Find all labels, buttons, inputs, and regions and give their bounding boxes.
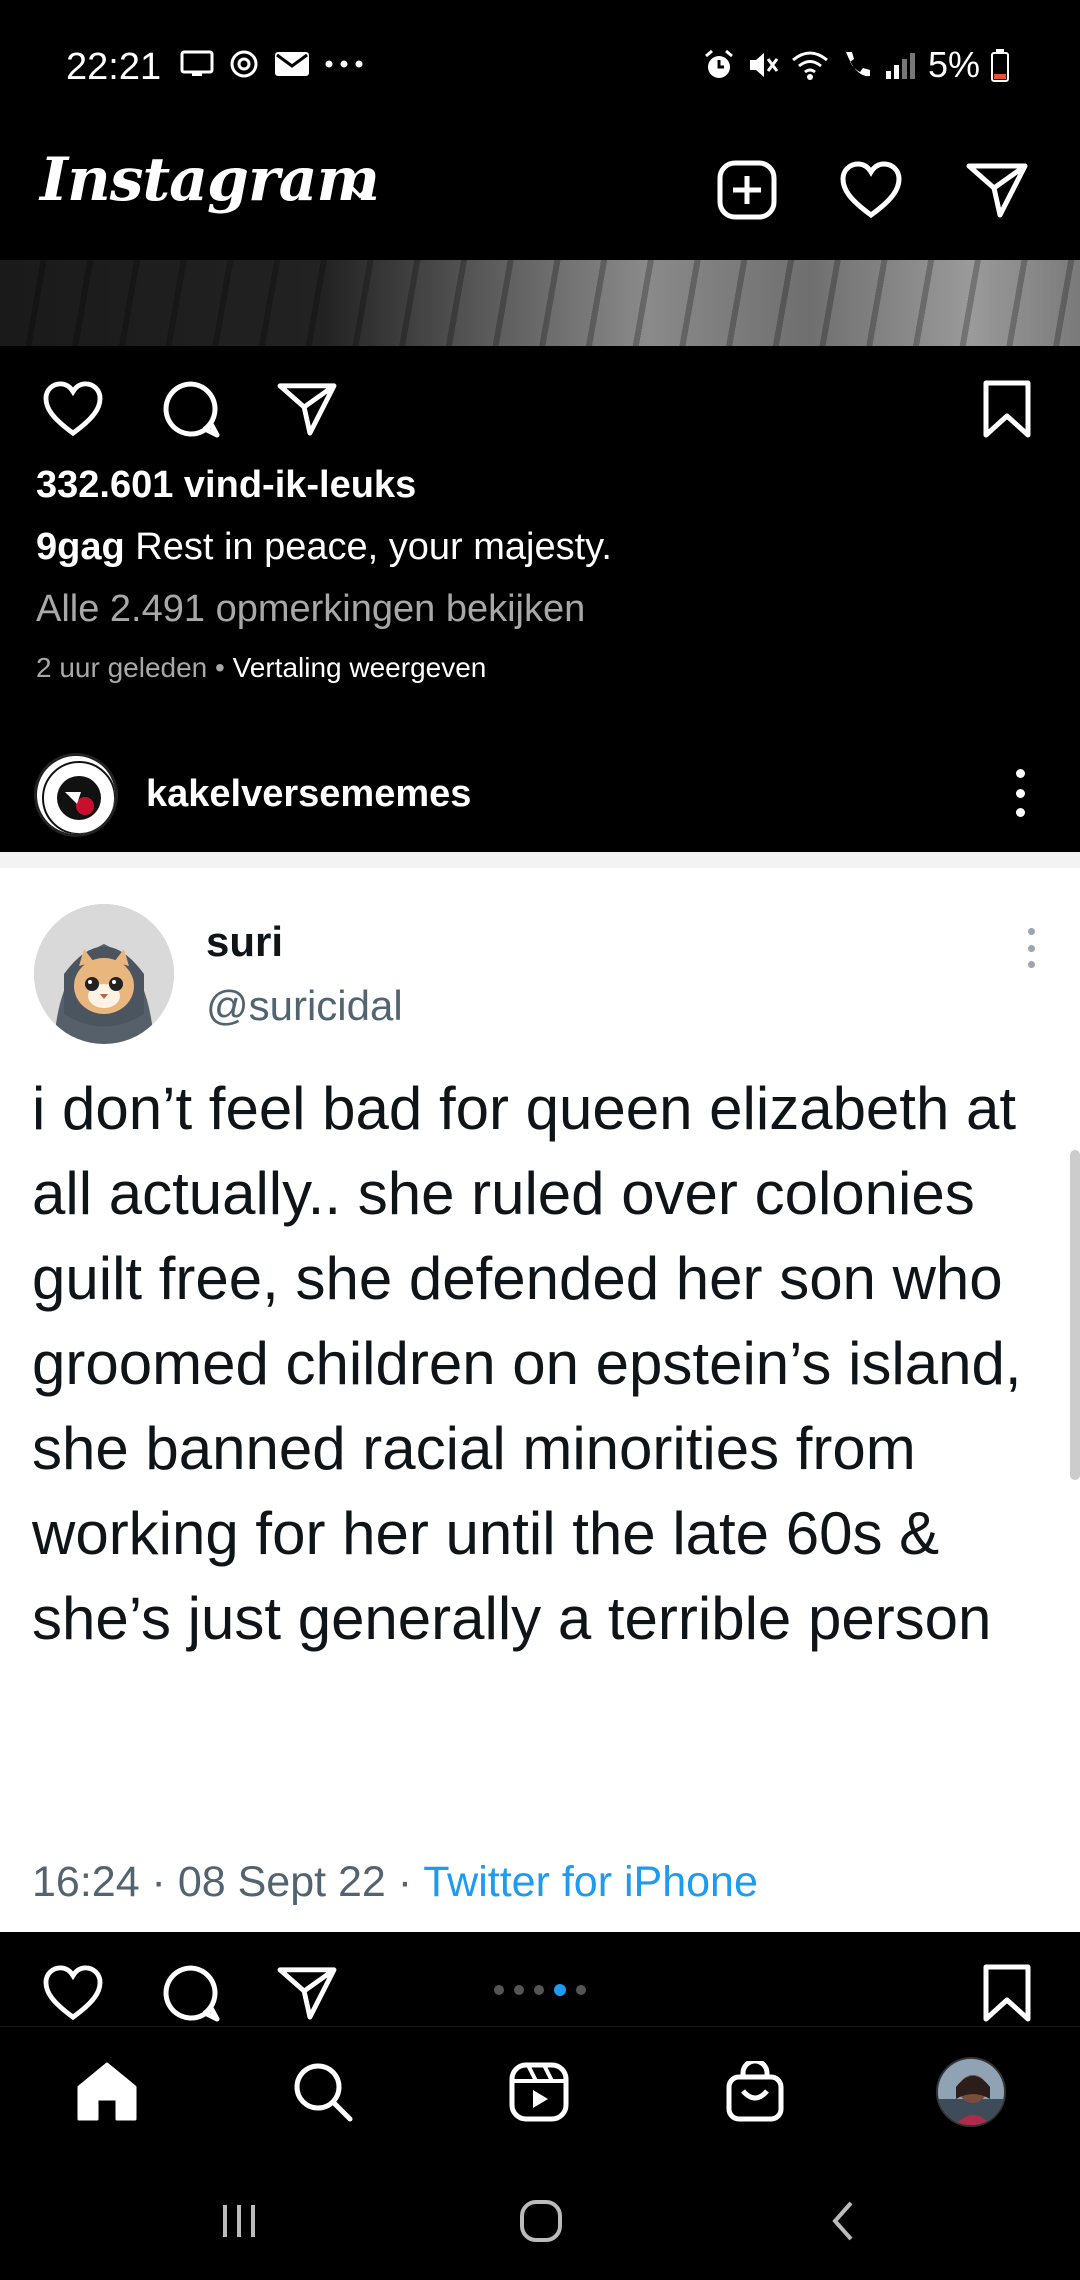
carousel-dot-active [554,1984,566,1996]
post-caption: 9gag Rest in peace, your majesty. [36,526,612,569]
battery-icon [991,49,1009,82]
new-post-button[interactable] [712,155,782,225]
bookmark-icon [983,380,1031,438]
nav-profile[interactable] [936,2057,1006,2127]
share-icon [277,383,337,436]
more-dot [1015,808,1025,817]
back-icon [832,2201,853,2241]
mail-icon [275,52,309,76]
recents-icon [223,2205,255,2237]
tweet-meta: 16:24 · 08 Sept 22 · Twitter for iPhone [32,1858,758,1907]
heart-icon [43,381,103,437]
home-icon [77,2062,137,2121]
carousel-dot [494,1985,504,1995]
comment-icon [163,381,220,438]
chevron-down-icon[interactable] [345,181,375,201]
signal-icon [885,53,915,79]
tweet-more-icon [1024,928,1038,968]
scrollbar-thumb[interactable] [1070,1150,1080,1480]
tweet-top-border [0,852,1080,868]
post-options-button[interactable] [1000,763,1040,823]
post-meta: 2 uur geleden • Vertaling weergeven [36,652,486,684]
system-home-button[interactable] [506,2186,576,2256]
cat-avatar-icon [34,904,174,1044]
tweet-meta-separator: · [385,1858,424,1906]
save-button[interactable] [974,376,1040,442]
instagram-header: Instagram [0,135,1080,260]
system-back-button[interactable] [808,2186,878,2256]
post-image-tweet[interactable]: suri @suricidal i don’t feel bad for que… [0,852,1080,1932]
more-dot [1015,788,1025,798]
carousel-dot [576,1985,586,1995]
tweet-date: 08 Sept 22 [177,1858,386,1906]
wifi-icon [792,51,828,80]
caption-username[interactable]: 9gag [36,526,125,568]
heart-icon [840,161,902,219]
avatar-logo-icon [39,758,115,834]
like-button[interactable] [40,376,106,442]
heart-icon [43,1965,103,2021]
alarm-icon [705,49,733,78]
sync-icon [230,50,258,78]
instagram-logo[interactable]: Instagram [40,145,380,215]
comment-icon [163,1965,220,2022]
post-author-username[interactable]: kakelversememes [146,773,471,816]
nav-shop[interactable] [720,2057,790,2127]
share-button[interactable] [274,1960,340,2026]
profile-avatar [936,2057,1006,2127]
see-translation-link[interactable]: Vertaling weergeven [233,652,487,683]
post-time-ago: 2 uur geleden [36,652,208,683]
new-post-icon [717,160,777,220]
status-time: 22:21 [66,46,162,88]
nav-reels[interactable] [504,2057,574,2127]
meta-separator: • [207,652,233,683]
battery-percentage: 5% [927,44,980,85]
direct-message-button[interactable] [962,155,1032,225]
view-comments-link[interactable]: Alle 2.491 opmerkingen bekijken [36,588,585,631]
bookmark-icon [983,1964,1031,2022]
mute-icon [749,53,779,77]
tweet-meta-separator: · [139,1858,178,1906]
activity-button[interactable] [836,155,906,225]
tweet-author-handle: @suricidal [206,982,403,1029]
tweet-time: 16:24 [32,1858,140,1906]
more-dot [1015,769,1025,778]
tweet-source: Twitter for iPhone [423,1858,758,1906]
post-author-avatar[interactable] [34,753,118,837]
more-dots-icon [325,60,363,68]
like-count[interactable]: 332.601 vind-ik-leuks [36,464,416,507]
nav-search[interactable] [288,2057,358,2127]
post-action-row [0,356,1080,456]
status-right: 5% [702,44,1010,86]
comment-button[interactable] [158,376,224,442]
save-button[interactable] [974,1960,1040,2026]
home-circle-icon [520,2200,562,2242]
status-left-icons [180,48,364,80]
direct-message-icon [966,163,1028,218]
carousel-indicator [494,1984,586,1996]
tweet-text: i don’t feel bad for queen elizabeth at … [32,1075,1022,1652]
comment-button[interactable] [158,1960,224,2026]
wifi-call-icon [845,52,870,77]
search-icon [294,2063,353,2122]
tweet-avatar [34,904,174,1044]
reels-icon [509,2062,569,2122]
carousel-dot [534,1985,544,1995]
screen-icon [180,50,214,76]
status-bar: 22:21 5% [0,0,1080,135]
nav-home[interactable] [72,2057,142,2127]
bottom-navigation [0,2026,1080,2156]
carousel-dot [514,1985,524,1995]
like-button[interactable] [40,1960,106,2026]
tweet-author-name: suri [206,918,284,965]
previous-post-image[interactable] [0,260,1080,346]
recents-button[interactable] [204,2186,274,2256]
post-header: kakelversememes [0,735,1080,850]
system-navigation-bar [0,2156,1080,2280]
share-button[interactable] [274,376,340,442]
share-icon [277,1967,337,2020]
caption-text: Rest in peace, your majesty. [124,526,612,568]
shop-icon [726,2061,784,2122]
